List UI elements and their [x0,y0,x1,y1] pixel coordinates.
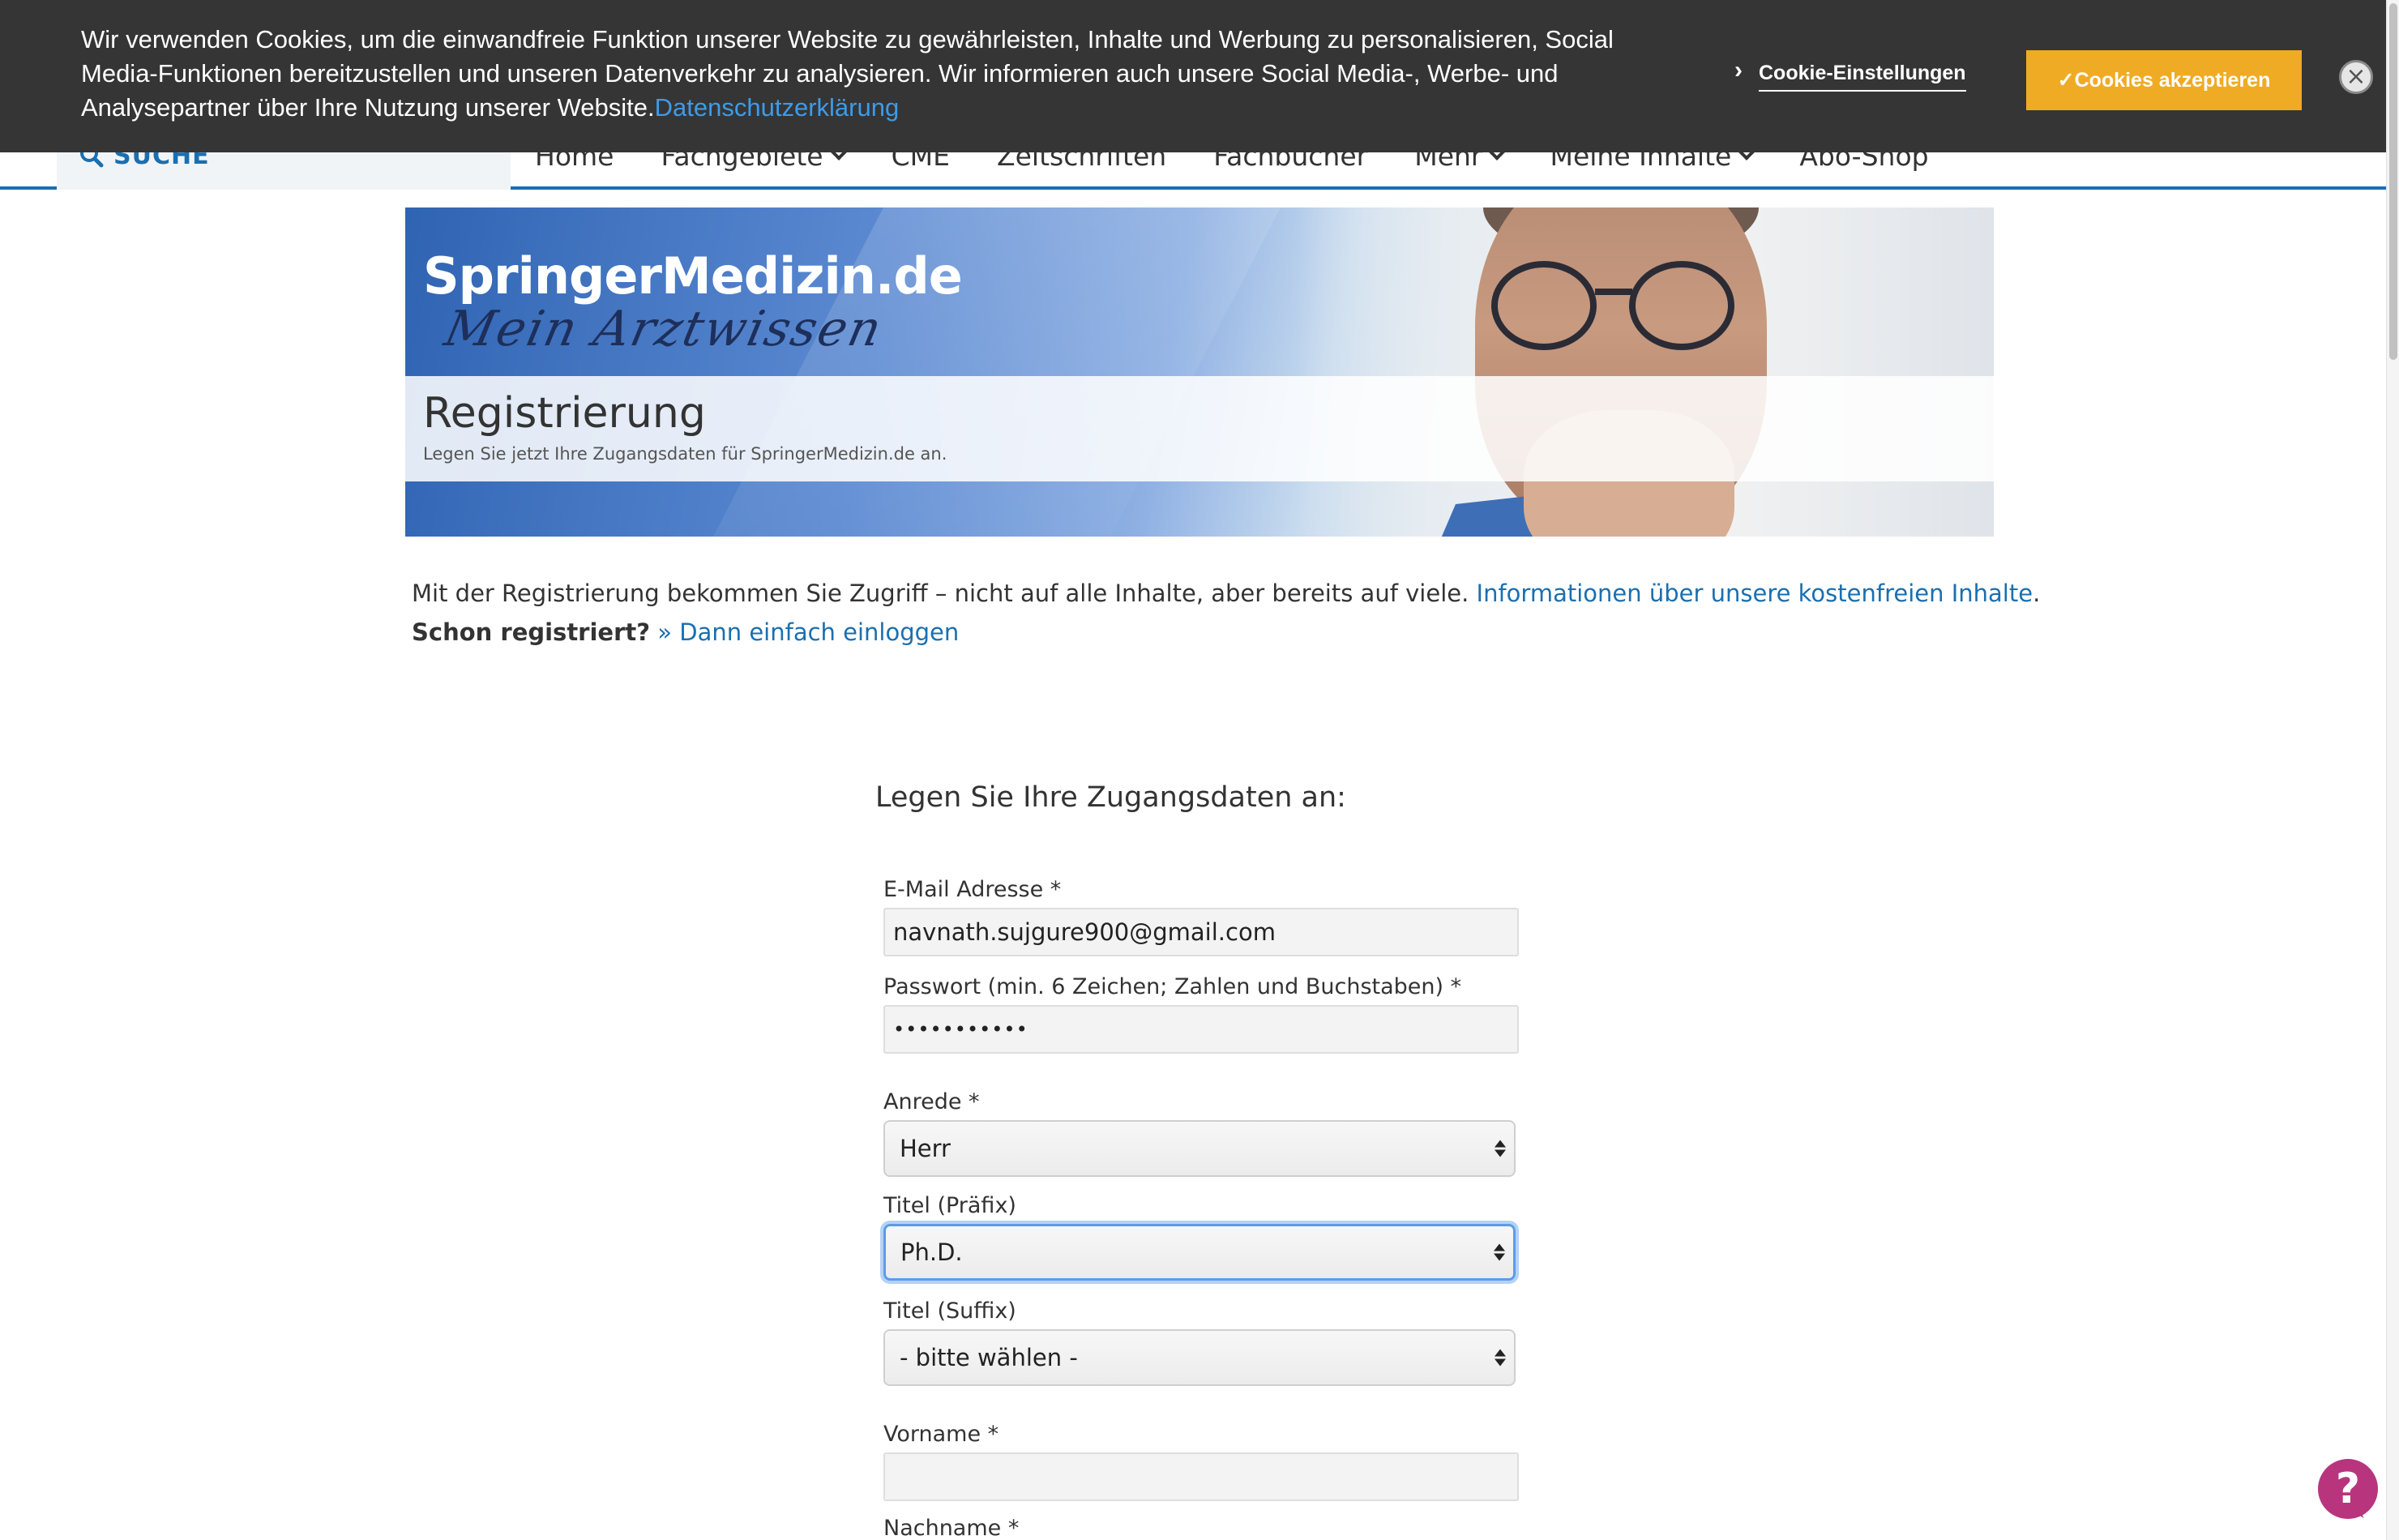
cookie-text: Wir verwenden Cookies, um die einwandfre… [81,23,1653,125]
email-value: navnath.sujgure900@gmail.com [893,918,1276,946]
logo-brand: SpringerMedizin.de [423,246,963,306]
help-glyph: ? [2335,1465,2361,1513]
cookie-banner: Wir verwenden Cookies, um die einwandfre… [0,0,2386,152]
accept-cookies-button[interactable]: ✓Cookies akzeptieren [2026,50,2302,110]
page-title: Registrierung [423,389,706,438]
title-suffix-value: - bitte wählen - [900,1344,1078,1371]
email-label: E-Mail Adresse * [883,877,1062,902]
salutation-select[interactable]: Herr [883,1120,1516,1177]
already-registered-label: Schon registriert? [412,618,651,646]
email-field[interactable]: navnath.sujgure900@gmail.com [883,908,1519,956]
title-prefix-select[interactable]: Ph.D. [883,1224,1516,1281]
cookie-settings-label: Cookie-Einstellungen [1759,62,1966,92]
title-suffix-label: Titel (Suffix) [883,1298,1016,1324]
salutation-value: Herr [900,1135,951,1162]
password-label: Passwort (min. 6 Zeichen; Zahlen und Buc… [883,974,1462,999]
page-subtitle: Legen Sie jetzt Ihre Zugangsdaten für Sp… [423,444,947,464]
select-arrows-icon [1495,1349,1506,1367]
title-suffix-select[interactable]: - bitte wählen - [883,1329,1516,1386]
title-prefix-label: Titel (Präfix) [883,1193,1016,1218]
hero-title-strip: Registrierung Legen Sie jetzt Ihre Zugan… [405,376,1994,481]
registration-intro: Mit der Registrierung bekommen Sie Zugri… [412,574,2040,652]
intro-line: Mit der Registrierung bekommen Sie Zugri… [412,574,2040,613]
logo-tagline: Mein Arztwissen [439,301,888,357]
select-arrows-icon [1494,1243,1505,1261]
scrollbar-thumb[interactable] [2389,3,2397,360]
intro-period: . [2033,580,2041,607]
title-prefix-value: Ph.D. [900,1238,963,1266]
password-value: ••••••••••• [893,1018,1028,1041]
salutation-label: Anrede * [883,1089,980,1114]
first-name-field[interactable] [883,1452,1519,1501]
select-arrows-icon [1495,1140,1506,1157]
close-icon[interactable]: × [2339,60,2373,94]
intro-text: Mit der Registrierung bekommen Sie Zugri… [412,580,1469,607]
site-logo[interactable]: SpringerMedizin.de Mein Arztwissen [423,246,963,357]
hero-banner: SpringerMedizin.de Mein Arztwissen Regis… [405,207,1994,537]
hero-photo-glasses [1629,261,1734,350]
login-link[interactable]: » Dann einfach einloggen [657,618,959,646]
hero-photo-glasses-bridge [1595,289,1632,295]
last-name-label: Nachname * [883,1516,1020,1540]
chevron-right-icon: › [1734,56,1743,83]
free-content-info-link[interactable]: Informationen über unsere kostenfreien I… [1477,580,2033,607]
login-line: Schon registriert? » Dann einfach einlog… [412,613,2040,652]
help-question-icon[interactable]: ? [2318,1459,2378,1519]
form-heading: Legen Sie Ihre Zugangsdaten an: [875,781,1346,814]
page-scrollbar[interactable] [2386,0,2399,1540]
password-field[interactable]: ••••••••••• [883,1005,1519,1054]
privacy-policy-link[interactable]: Datenschutzerklärung [655,93,900,122]
cookie-settings-link[interactable]: › Cookie-Einstellungen [1734,57,1966,92]
hero-photo-glasses [1491,261,1597,350]
first-name-label: Vorname * [883,1422,999,1447]
